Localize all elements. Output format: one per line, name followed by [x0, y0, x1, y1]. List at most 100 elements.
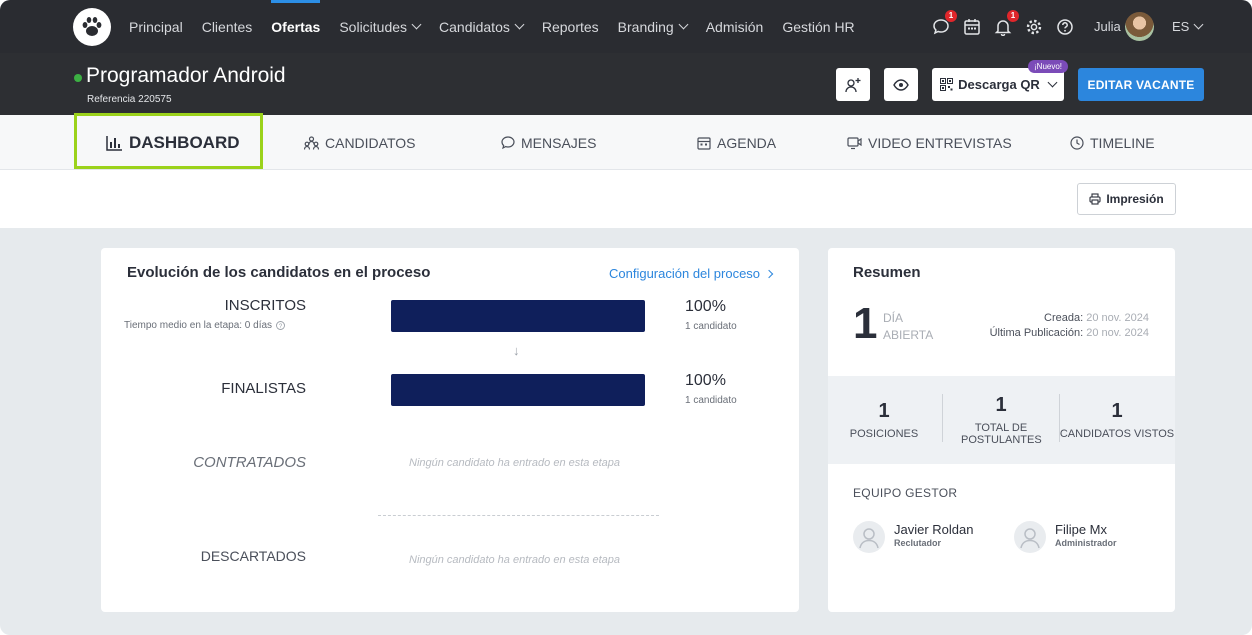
user-placeholder-icon	[1020, 528, 1040, 549]
user-name[interactable]: Julia	[1094, 19, 1121, 34]
created-date: Creada: 20 nov. 2024	[1044, 312, 1149, 324]
stat-posiciones: 1 POSICIONES	[826, 376, 942, 464]
app-frame: Principal Clientes Ofertas Solicitudes C…	[0, 0, 1252, 635]
stat-label: TOTAL DE POSTULANTES	[961, 422, 1042, 446]
qr-button-label: Descarga QR	[958, 77, 1040, 92]
stat-value: 1	[878, 400, 890, 422]
chat-icon[interactable]: 1	[930, 9, 957, 38]
avatar	[1014, 521, 1046, 553]
nav-item-candidatos[interactable]: Candidatos	[439, 0, 525, 53]
stage-name: CONTRATADOS	[193, 454, 306, 471]
paw-logo-icon[interactable]	[73, 8, 111, 46]
stage-empty-message: Ningún candidato ha entrado en esta etap…	[409, 457, 620, 469]
stage-bar-inscritos[interactable]	[391, 300, 645, 332]
nav-item-reportes[interactable]: Reportes	[542, 0, 599, 53]
chevron-down-icon	[411, 19, 422, 30]
member-role: Reclutador	[894, 538, 942, 548]
process-config-link[interactable]: Configuración del proceso	[609, 266, 774, 281]
team-member[interactable]: Filipe Mx Administrador	[1014, 521, 1117, 553]
divider	[378, 515, 659, 516]
published-date: Última Publicación: 20 nov. 2024	[990, 327, 1149, 339]
nav-item-branding[interactable]: Branding	[617, 0, 689, 53]
days-open-value: 1	[853, 299, 878, 348]
job-reference: Referencia 220575	[87, 94, 172, 105]
nav-label: Admisión	[705, 18, 764, 35]
stage-count: 1 candidato	[685, 395, 737, 406]
stat-total-postulantes: 1 TOTAL DE POSTULANTES	[943, 376, 1059, 464]
member-role: Administrador	[1055, 538, 1117, 548]
stage-name: FINALISTAS	[221, 380, 306, 397]
gear-icon[interactable]	[1023, 16, 1045, 38]
stage-sub-label: Tiempo medio en la etapa: 0 días	[124, 320, 273, 331]
calendar-icon[interactable]	[961, 16, 983, 38]
stat-value: 1	[1111, 400, 1123, 422]
nav-label: Ofertas	[271, 18, 321, 35]
user-avatar[interactable]	[1125, 12, 1154, 41]
nav-icons: 1 1	[930, 0, 1085, 53]
print-bar	[0, 170, 1252, 228]
stage-average-time: Tiempo medio en la etapa: 0 días ?	[124, 320, 286, 331]
nav-item-solicitudes[interactable]: Solicitudes	[339, 0, 422, 53]
team-member[interactable]: Javier Roldan Reclutador	[853, 521, 974, 553]
published-value: 20 nov. 2024	[1086, 327, 1149, 339]
config-link-label: Configuración del proceso	[609, 266, 761, 281]
nav-item-admision[interactable]: Admisión	[706, 0, 764, 53]
tab-mensajes[interactable]: MENSAJES	[501, 115, 596, 170]
nav-item-principal[interactable]: Principal	[129, 0, 183, 53]
tab-agenda[interactable]: AGENDA	[697, 115, 776, 170]
evolution-title: Evolución de los candidatos en el proces…	[127, 264, 431, 281]
bell-icon[interactable]: 1	[992, 9, 1019, 38]
nav-links: Principal Clientes Ofertas Solicitudes C…	[129, 0, 874, 53]
team-title: EQUIPO GESTOR	[853, 486, 958, 500]
nav-label: Clientes	[201, 18, 253, 35]
member-name: Filipe Mx	[1055, 522, 1108, 537]
arrow-down-icon: ↓	[513, 343, 520, 358]
tab-timeline[interactable]: TIMELINE	[1070, 115, 1155, 170]
chevron-down-icon	[1193, 19, 1204, 30]
new-badge: ¡Nuevo!	[1028, 60, 1069, 73]
nav-item-gestion-hr[interactable]: Gestión HR	[782, 0, 854, 53]
published-label: Última Publicación:	[989, 327, 1084, 339]
nav-label: Solicitudes	[339, 18, 408, 35]
stage-percent: 100%	[685, 372, 726, 389]
stage-empty-message: Ningún candidato ha entrado en esta etap…	[409, 554, 620, 566]
clock-icon	[1070, 135, 1084, 150]
stage-bar-finalistas[interactable]	[391, 374, 645, 406]
add-user-icon	[845, 77, 861, 92]
tab-label: VIDEO ENTREVISTAS	[868, 134, 1012, 151]
tab-label: CANDIDATOS	[325, 134, 416, 151]
nav-label: Reportes	[541, 18, 599, 35]
stat-label: CANDIDATOS VISTOS	[1059, 428, 1175, 440]
preview-button[interactable]	[884, 68, 918, 101]
nav-label: Principal	[129, 18, 183, 35]
page-title: Programador Android	[86, 64, 286, 87]
people-icon	[304, 135, 319, 150]
print-label: Impresión	[1106, 192, 1164, 206]
help-icon[interactable]	[1054, 16, 1076, 38]
chevron-down-icon	[678, 19, 689, 30]
help-icon[interactable]: ?	[276, 321, 286, 330]
user-placeholder-icon	[859, 528, 879, 549]
print-button[interactable]: Impresión	[1077, 183, 1176, 215]
top-nav: Principal Clientes Ofertas Solicitudes C…	[0, 0, 1252, 53]
tab-label: MENSAJES	[521, 134, 597, 151]
days-label: ABIERTA	[883, 328, 934, 342]
nav-item-ofertas[interactable]: Ofertas	[271, 0, 321, 53]
stage-count: 1 candidato	[685, 321, 737, 332]
stat-label: POSICIONES	[849, 428, 919, 440]
stat-candidatos-vistos: 1 CANDIDATOS VISTOS	[1059, 376, 1175, 464]
nav-label: Branding	[617, 18, 674, 35]
stage-name: DESCARTADOS	[200, 548, 306, 564]
nav-item-clientes[interactable]: Clientes	[202, 0, 253, 53]
stat-value: 1	[995, 394, 1007, 416]
add-user-button[interactable]	[836, 68, 870, 101]
stage-percent: 100%	[685, 298, 726, 315]
chevron-down-icon	[1047, 77, 1058, 88]
language-selector[interactable]: ES	[1172, 19, 1204, 34]
member-name: Javier Roldan	[894, 522, 974, 537]
status-dot	[74, 74, 82, 82]
language-label: ES	[1172, 19, 1190, 34]
tab-video-entrevistas[interactable]: VIDEO ENTREVISTAS	[847, 115, 1012, 170]
edit-vacancy-button[interactable]: EDITAR VACANTE	[1078, 68, 1204, 101]
tab-candidatos[interactable]: CANDIDATOS	[304, 115, 416, 170]
